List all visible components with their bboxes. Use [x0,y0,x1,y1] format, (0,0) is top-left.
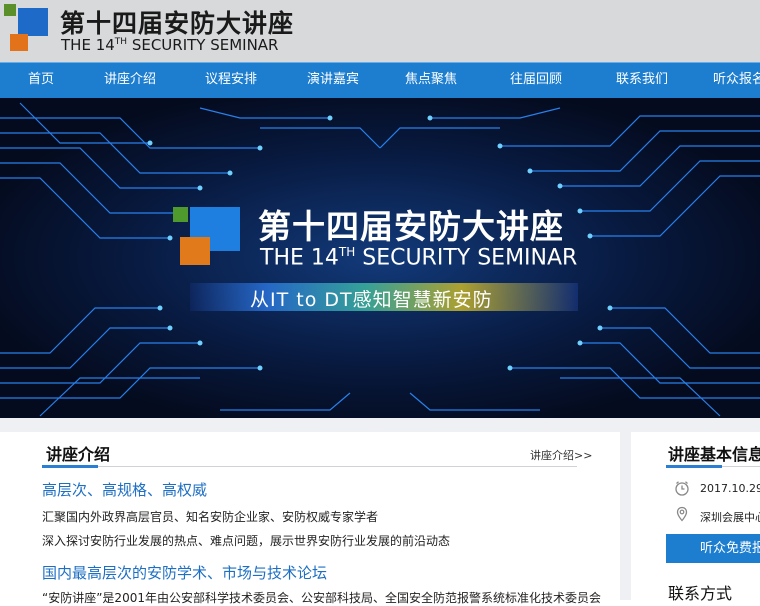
nav-item-focus[interactable]: 焦点聚焦 [405,63,457,99]
banner-title-cn: 第十四届安防大讲座 [258,207,564,246]
nav-item-intro[interactable]: 讲座介绍 [104,63,156,99]
banner-slogan: 从IT to DT感知智慧新安防 [250,289,493,311]
intro-more-link[interactable]: 讲座介绍>> [530,447,592,463]
nav-item-speakers[interactable]: 演讲嘉宾 [307,63,359,99]
banner-title-en: THE 14TH SECURITY SEMINAR [260,245,577,270]
intro-title: 讲座介绍 [46,445,111,464]
site-header: 第十四届安防大讲座 THE 14TH SECURITY SEMINAR [0,0,760,62]
banner-title-en-sup: TH [338,245,356,259]
intro-heading-2: 国内最高层次的安防学术、市场与技术论坛 [42,564,328,582]
intro-line-2: 深入探讨安防行业发展的热点、难点问题，展示世界安防行业发展的前沿动态 [42,534,451,548]
banner-logo-orange-square [180,237,210,265]
site-title-cn: 第十四届安防大讲座 [60,9,295,38]
event-date: 2017.10.29 [700,482,760,495]
nav-item-agenda[interactable]: 议程安排 [205,63,257,99]
intro-heading-1: 高层次、高规格、高权威 [42,481,208,499]
intro-line-1: 汇聚国内外政界高层官员、知名安防企业家、安防权威专家学者 [42,510,379,524]
site-title-en-sup: TH [114,37,128,47]
contact-title: 联系方式 [668,584,733,603]
location-pin-icon [676,506,688,522]
hero-banner: 第十四届安防大讲座 THE 14TH SECURITY SEMINAR 从IT … [0,98,760,418]
info-title-underline [666,465,722,468]
clock-icon [675,481,689,496]
site-title-en-suffix: SECURITY SEMINAR [127,36,279,54]
nav-item-home[interactable]: 首页 [28,63,54,99]
logo-blue-square [18,8,48,36]
intro-line-3: “安防讲座”是2001年由公安部科学技术委员会、公安部科技局、全国安全防范报警系… [42,591,601,605]
intro-divider [42,466,577,467]
intro-title-underline [42,465,98,468]
banner-logo [173,207,241,267]
free-register-button[interactable]: 听众免费报名 [666,534,760,563]
logo-green-square [4,4,16,16]
banner-logo-green-square [173,207,188,222]
banner-title-en-prefix: THE 14 [260,245,339,271]
site-title-en-prefix: THE 14 [61,36,115,54]
nav-item-review[interactable]: 往届回顾 [510,63,562,99]
nav-item-register[interactable]: 听众报名 [713,63,760,99]
nav-item-contact[interactable]: 联系我们 [616,63,668,99]
info-title: 讲座基本信息 [668,445,760,464]
banner-title-en-suffix: SECURITY SEMINAR [355,245,578,271]
site-logo[interactable] [4,4,50,52]
main-nav: 首页 讲座介绍 议程安排 演讲嘉宾 焦点聚焦 往届回顾 联系我们 听众报名 [0,62,760,99]
logo-orange-square [10,34,28,51]
site-title-en: THE 14TH SECURITY SEMINAR [61,36,278,54]
event-venue: 深圳会展中心 [700,511,760,524]
